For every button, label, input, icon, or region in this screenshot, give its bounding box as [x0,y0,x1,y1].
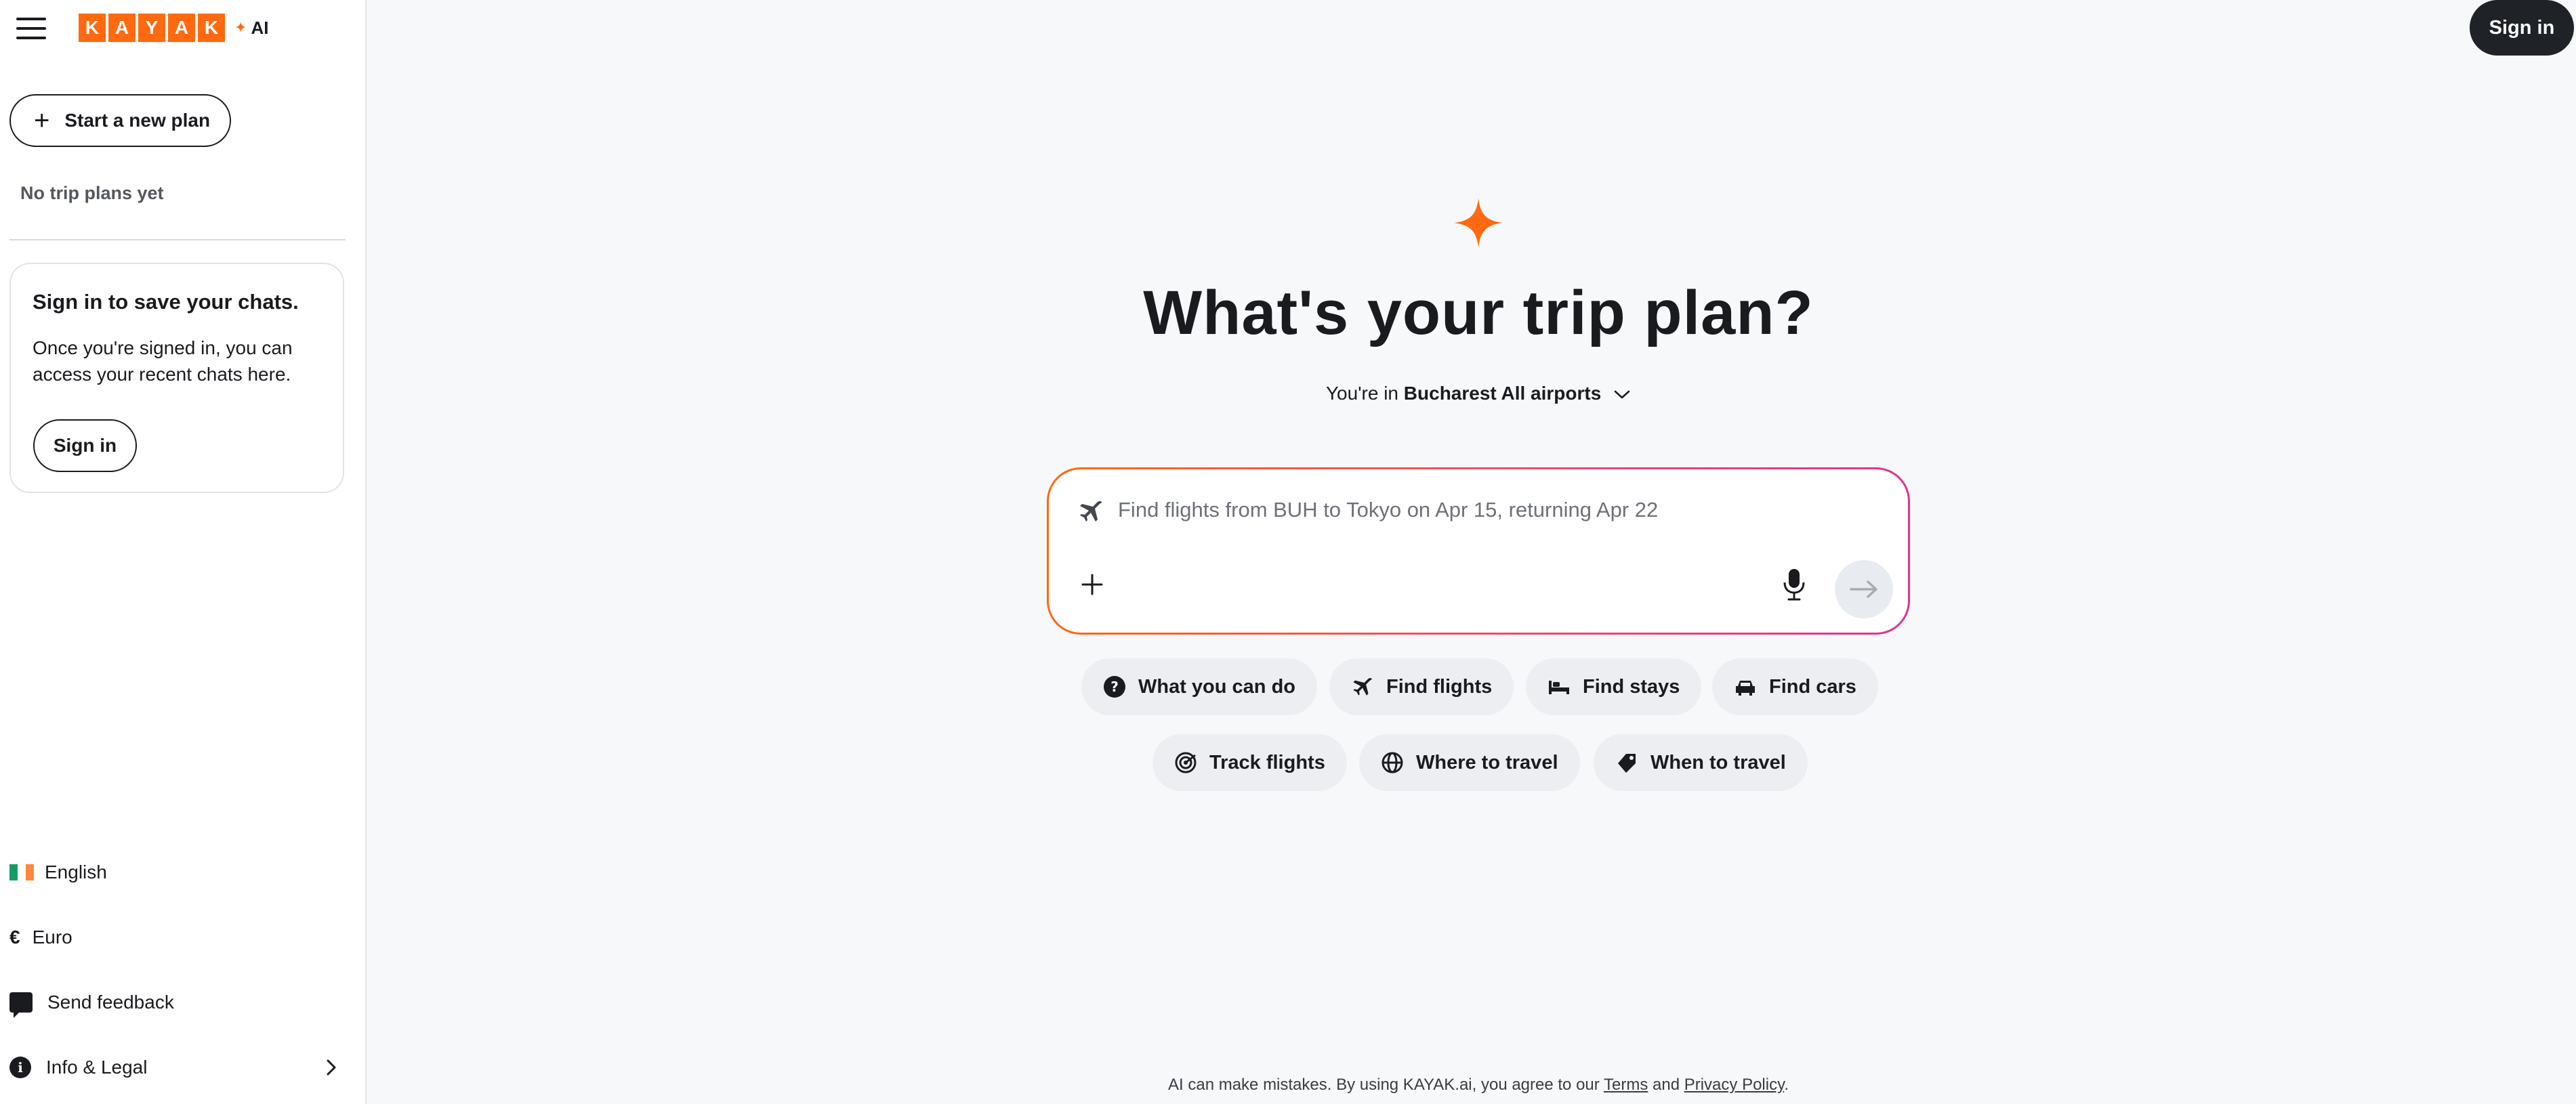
ireland-flag-icon [9,864,34,880]
empty-trip-plans-text: No trip plans yet [20,183,164,203]
kayak-logo[interactable]: K A Y A K ✦ AI [79,14,268,42]
add-attachment-icon[interactable] [1079,571,1106,598]
sidebar: K A Y A K ✦ AI + Start a new plan No tri… [0,0,367,1104]
chip-label: When to travel [1650,751,1786,773]
disclaimer-end: . [1784,1076,1789,1094]
globe-icon [1381,751,1404,774]
chip-label: Find flights [1386,675,1493,698]
logo-letter: K [79,14,106,42]
start-new-plan-label: Start a new plan [64,110,211,131]
signin-card-title: Sign in to save your chats. [33,290,299,314]
chip-find-stays[interactable]: Find stays [1526,658,1702,715]
sparkle-icon [1454,198,1503,247]
chip-find-cars[interactable]: Find cars [1712,658,1878,715]
feedback-icon [9,992,33,1018]
send-button[interactable] [1835,560,1893,618]
signin-card: Sign in to save your chats. Once you're … [9,263,344,493]
chip-label: Find cars [1769,675,1856,698]
chip-when-to-travel[interactable]: When to travel [1594,734,1808,791]
svg-text:?: ? [1110,679,1119,695]
euro-icon: € [9,927,20,948]
info-legal-label: Info & Legal [46,1057,148,1078]
location-value[interactable]: Bucharest All airports [1404,383,1601,404]
airplane-icon [1080,501,1102,522]
price-tag-icon [1615,751,1638,774]
chip-where-to-travel[interactable]: Where to travel [1359,734,1580,791]
radar-icon [1174,751,1197,774]
signin-card-body: Once you're signed in, you can access yo… [33,337,293,385]
location-selector[interactable]: You're in Bucharest All airports [1037,383,1920,404]
logo-letter: K [198,14,225,42]
logo-ai-badge: ✦ AI [234,18,268,39]
disclaimer-and: and [1653,1076,1680,1094]
language-label: English [45,862,107,883]
logo-letter: A [108,14,136,42]
prompt-inner [1049,469,1908,633]
terms-link[interactable]: Terms [1604,1076,1648,1094]
arrow-right-icon [1850,580,1877,598]
question-icon: ? [1103,675,1126,698]
prompt-box [1047,467,1910,635]
info-icon: i [9,1057,31,1078]
hamburger-icon[interactable] [16,18,46,39]
logo-letter: Y [138,14,165,42]
logo-letter: A [168,14,195,42]
disclaimer-text: AI can make mistakes. By using KAYAK.ai,… [1168,1076,1600,1094]
chevron-down-icon[interactable] [1613,389,1631,400]
prompt-input[interactable] [1118,491,1863,529]
language-selector[interactable]: English [9,862,107,883]
bed-icon [1547,675,1571,698]
chip-label: What you can do [1138,675,1295,698]
feedback-label: Send feedback [47,992,174,1013]
card-signin-button[interactable]: Sign in [33,419,137,472]
logo-ai-label: AI [251,17,269,38]
chip-label: Where to travel [1416,751,1558,773]
chip-track-flights[interactable]: Track flights [1152,734,1347,791]
disclaimer: AI can make mistakes. By using KAYAK.ai,… [1047,1076,1910,1095]
chip-label: Track flights [1209,751,1325,773]
sidebar-divider [9,239,346,240]
sparkle-icon: ✦ [234,19,247,36]
privacy-policy-link[interactable]: Privacy Policy [1684,1076,1785,1094]
header-signin-button[interactable]: Sign in [2470,0,2574,56]
info-legal-link[interactable]: i Info & Legal [9,1057,147,1078]
start-new-plan-button[interactable]: + Start a new plan [9,94,231,147]
send-feedback-link[interactable]: Send feedback [9,992,174,1018]
chip-label: Find stays [1583,675,1680,698]
currency-selector[interactable]: € Euro [9,927,72,948]
chip-what-you-can-do[interactable]: ? What you can do [1081,658,1317,715]
microphone-icon[interactable] [1779,568,1809,601]
location-prefix: You're in [1325,383,1399,404]
chevron-right-icon[interactable] [322,1058,341,1077]
page-title: What's your trip plan? [1143,278,1814,347]
currency-label: Euro [32,927,72,948]
plus-icon: + [34,106,50,135]
chip-find-flights[interactable]: Find flights [1329,658,1514,715]
car-icon [1734,675,1757,698]
airplane-icon [1351,675,1374,698]
